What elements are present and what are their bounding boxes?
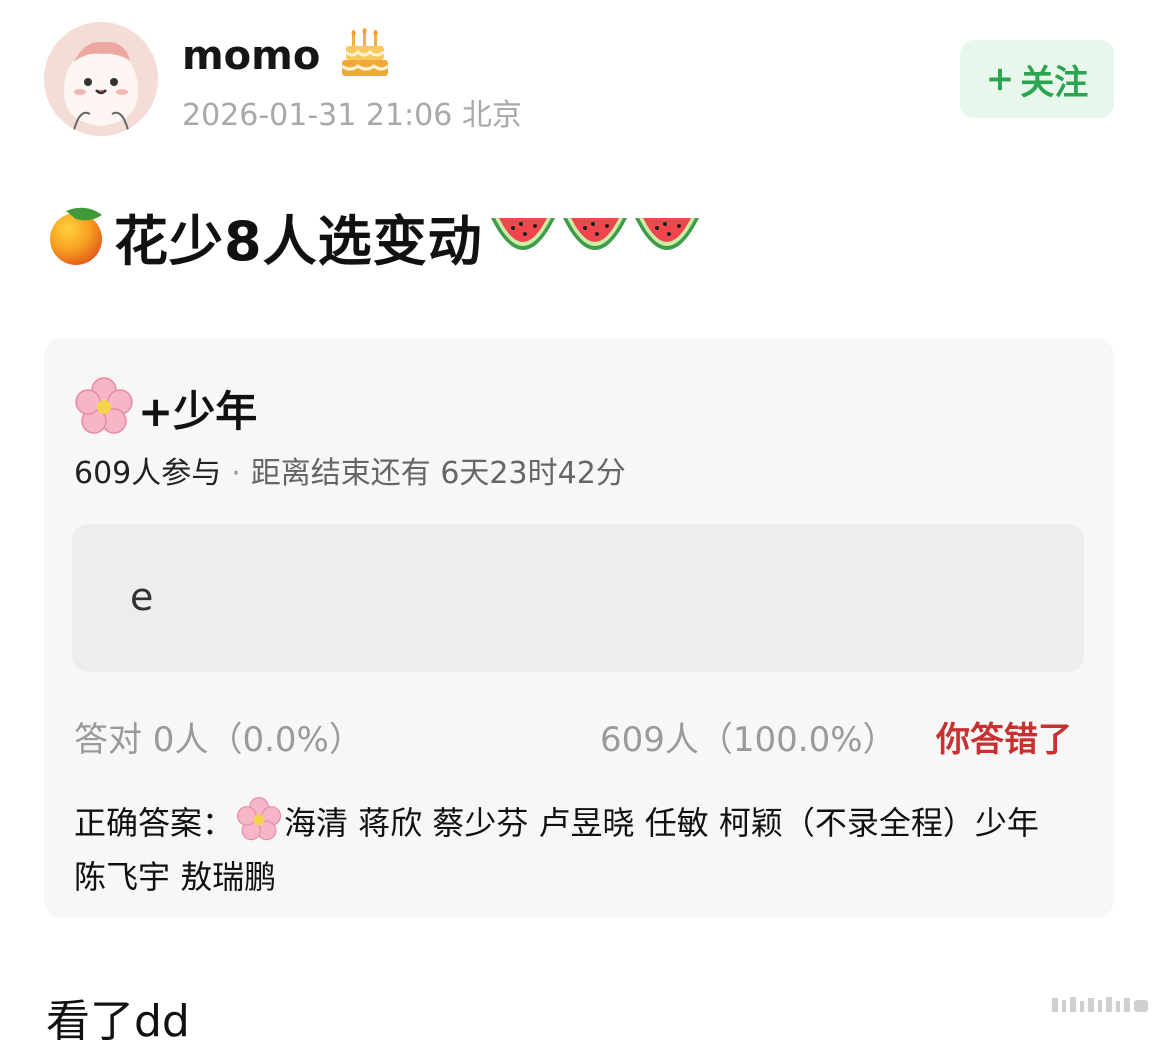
avatar[interactable] bbox=[44, 22, 158, 136]
correct-stat: 答对 0人（0.0%） bbox=[74, 720, 363, 760]
comment-text: 看了dd bbox=[46, 996, 190, 1047]
time-remaining: 距离结束还有 6天23时42分 bbox=[250, 456, 626, 491]
post-title-text: 花少8人选变动 bbox=[114, 209, 483, 273]
birthday-cake-icon bbox=[340, 28, 390, 80]
follow-label: 关注 bbox=[1020, 62, 1089, 103]
post-title: 花少8人选变动 bbox=[46, 196, 703, 276]
username[interactable]: momo bbox=[182, 34, 320, 78]
mango-emoji bbox=[46, 201, 110, 271]
option-text: e bbox=[130, 575, 154, 619]
answer-label: 正确答案： bbox=[74, 804, 235, 842]
watermelon-emoji bbox=[631, 204, 703, 268]
plus-icon: + bbox=[985, 59, 1015, 99]
meta-separator: · bbox=[231, 456, 241, 491]
quiz-option[interactable]: e bbox=[72, 524, 1084, 672]
quiz-card: +少年 609人参与 · 距离结束还有 6天23时42分 e 答对 0人（0.0%）… bbox=[44, 338, 1114, 918]
post-datetime: 2026-01-31 21:06 bbox=[182, 98, 453, 133]
quiz-meta: 609人参与 · 距离结束还有 6天23时42分 bbox=[74, 454, 626, 494]
cherry-blossom-emoji bbox=[74, 376, 134, 440]
quiz-title: +少年 bbox=[74, 376, 257, 440]
participant-count: 609人参与 bbox=[74, 456, 222, 491]
wrong-stat: 609人（100.0%） bbox=[600, 720, 897, 760]
result-label: 你答错了 bbox=[936, 720, 1072, 760]
follow-button[interactable]: + 关注 bbox=[960, 40, 1114, 118]
watermark-icon bbox=[1050, 996, 1150, 1012]
quiz-title-text: +少年 bbox=[138, 386, 258, 436]
watermelon-emoji bbox=[487, 204, 559, 268]
correct-answer: 正确答案： 海清 蒋欣 蔡少芬 卢昱晓 任敏 柯颖（不录全程）少年 陈飞宇 敖瑞… bbox=[74, 796, 1064, 900]
watermelon-emoji bbox=[559, 204, 631, 268]
cherry-blossom-emoji bbox=[236, 796, 282, 854]
post-meta: 2026-01-31 21:06 北京 bbox=[182, 96, 522, 136]
post-location: 北京 bbox=[461, 98, 522, 133]
avatar-image bbox=[44, 22, 158, 136]
